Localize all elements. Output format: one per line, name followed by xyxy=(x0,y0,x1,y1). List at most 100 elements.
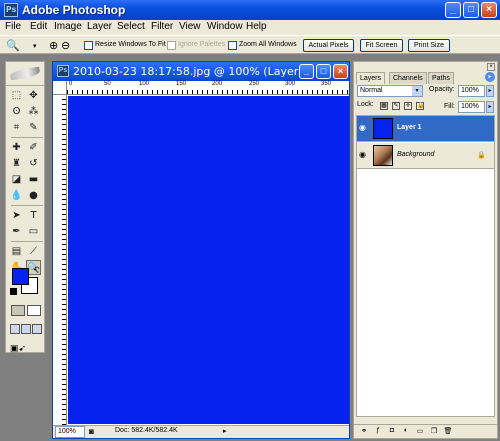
clone-stamp-tool-icon[interactable]: ♜ xyxy=(9,156,24,171)
lock-transparent-icon[interactable]: ▦ xyxy=(380,102,388,110)
jump-to-imageready-icon[interactable]: ▣➹ xyxy=(10,343,40,353)
tab-channels[interactable]: Channels xyxy=(389,72,427,84)
fit-screen-button[interactable]: Fit Screen xyxy=(360,39,403,52)
zoom-level-field[interactable]: 100% xyxy=(55,426,85,438)
path-selection-tool-icon[interactable]: ➤ xyxy=(9,208,24,223)
full-screen-menu-mode-icon[interactable] xyxy=(21,324,31,334)
lock-all-icon[interactable]: 🔒 xyxy=(416,102,424,110)
blend-mode-select[interactable]: Normal ▾ xyxy=(357,85,423,97)
layer-mask-icon[interactable]: ◘ xyxy=(387,427,397,434)
layer-row-background[interactable]: ◉ Background 🔒 xyxy=(357,143,494,169)
lasso-tool-icon[interactable]: ʘ xyxy=(9,104,24,119)
healing-brush-tool-icon[interactable]: ✚ xyxy=(9,140,24,155)
type-tool-icon[interactable]: T xyxy=(26,208,41,223)
crop-tool-icon[interactable]: ⌗ xyxy=(9,120,24,135)
menu-filter[interactable]: Filter xyxy=(151,21,173,32)
tab-paths[interactable]: Paths xyxy=(428,72,454,84)
link-layers-icon[interactable]: ⚭ xyxy=(359,427,369,435)
layers-palette: × Layers Channels Paths ▸ Normal ▾ Opaci… xyxy=(353,61,498,439)
opacity-slider-arrow-icon[interactable]: ▸ xyxy=(486,85,494,97)
print-size-button[interactable]: Print Size xyxy=(408,39,450,52)
lock-icon: 🔒 xyxy=(477,152,486,159)
doc-maximize-button[interactable]: □ xyxy=(316,64,331,79)
trash-icon[interactable]: 🗑 xyxy=(443,427,453,435)
eye-visibility-icon[interactable]: ◉ xyxy=(359,124,369,132)
layer-group-icon[interactable]: ▭ xyxy=(415,427,425,435)
chevron-down-icon[interactable]: ▾ xyxy=(33,42,37,50)
zoom-out-icon[interactable]: ⊖ xyxy=(61,39,70,52)
eye-visibility-icon[interactable]: ◉ xyxy=(359,151,369,159)
lock-position-icon[interactable]: ✛ xyxy=(404,102,412,110)
resize-windows-checkbox[interactable] xyxy=(84,41,93,50)
ignore-palettes-checkbox[interactable] xyxy=(167,41,176,50)
close-button[interactable]: × xyxy=(481,2,497,18)
zoom-all-windows-checkbox[interactable] xyxy=(228,41,237,50)
doc-minimize-button[interactable]: _ xyxy=(299,64,314,79)
move-tool-icon[interactable]: ✥ xyxy=(26,88,41,103)
opacity-label: Opacity: xyxy=(429,86,455,93)
blur-tool-icon[interactable]: 💧 xyxy=(9,188,24,203)
menu-edit[interactable]: Edit xyxy=(30,21,47,32)
status-nav-icon[interactable]: ◙ xyxy=(89,427,94,436)
swap-colors-icon[interactable]: ↶ xyxy=(33,265,40,274)
slice-tool-icon[interactable]: ✎ xyxy=(26,120,41,135)
ruler-tick-label: 300 xyxy=(285,81,296,87)
full-screen-mode-icon[interactable] xyxy=(32,324,42,334)
layer-style-icon[interactable]: ƒ xyxy=(373,427,383,434)
document-window: Ps 2010-03-23 18:17:58.jpg @ 100% (Layer… xyxy=(52,61,350,439)
vertical-ruler[interactable] xyxy=(53,95,67,425)
dodge-tool-icon[interactable]: ● xyxy=(26,188,41,203)
history-brush-tool-icon[interactable]: ↺ xyxy=(26,156,41,171)
ruler-tick-label: 150 xyxy=(176,81,187,87)
minimize-button[interactable]: _ xyxy=(445,2,461,18)
image-canvas[interactable] xyxy=(68,96,349,424)
standard-screen-mode-icon[interactable] xyxy=(10,324,20,334)
layer-name: Background xyxy=(397,151,435,158)
eyedropper-tool-icon[interactable]: ⟋ xyxy=(26,244,41,259)
menu-help[interactable]: Help xyxy=(246,21,267,32)
maximize-button[interactable]: □ xyxy=(463,2,479,18)
magic-wand-tool-icon[interactable]: ⁂ xyxy=(26,104,41,119)
eraser-tool-icon[interactable]: ◪ xyxy=(9,172,24,187)
menu-file[interactable]: File xyxy=(5,21,21,32)
fill-input[interactable]: 100% xyxy=(458,101,485,113)
adjustment-layer-icon[interactable]: ◐ xyxy=(401,427,411,434)
menu-image[interactable]: Image xyxy=(54,21,82,32)
menu-select[interactable]: Select xyxy=(117,21,145,32)
document-icon: Ps xyxy=(57,65,69,77)
lock-label: Lock: xyxy=(357,101,374,108)
shape-tool-icon[interactable]: ▭ xyxy=(26,224,41,239)
chevron-down-icon[interactable]: ▾ xyxy=(412,86,422,96)
tab-layers[interactable]: Layers xyxy=(356,72,386,84)
gradient-tool-icon[interactable]: ▬ xyxy=(26,172,41,187)
foreground-color-swatch[interactable] xyxy=(12,268,29,285)
palette-menu-icon[interactable]: ▸ xyxy=(485,72,495,82)
ruler-tick-label: 200 xyxy=(212,81,223,87)
marquee-tool-icon[interactable]: ⬚ xyxy=(9,88,24,103)
doc-close-button[interactable]: × xyxy=(333,64,348,79)
new-layer-icon[interactable]: ❐ xyxy=(429,427,439,435)
zoom-tool-preset-icon[interactable]: 🔍 xyxy=(6,39,20,52)
menu-view[interactable]: View xyxy=(179,21,201,32)
layer-row-layer-1[interactable]: ◉ Layer 1 xyxy=(357,116,494,142)
menu-window[interactable]: Window xyxy=(207,21,243,32)
pen-tool-icon[interactable]: ✒ xyxy=(9,224,24,239)
actual-pixels-button[interactable]: Actual Pixels xyxy=(303,39,354,52)
status-menu-arrow-icon[interactable]: ▸ xyxy=(223,427,227,435)
blend-mode-value: Normal xyxy=(360,87,383,94)
lock-image-icon[interactable]: ✎ xyxy=(392,102,400,110)
brush-tool-icon[interactable]: ✐ xyxy=(26,140,41,155)
notes-tool-icon[interactable]: ▤ xyxy=(9,244,24,259)
ruler-origin[interactable] xyxy=(53,81,67,95)
menu-layer[interactable]: Layer xyxy=(87,21,112,32)
default-colors-icon[interactable] xyxy=(10,288,17,295)
ruler-tick-label: 100 xyxy=(139,81,150,87)
zoom-in-icon[interactable]: ⊕ xyxy=(49,39,58,52)
fill-slider-arrow-icon[interactable]: ▸ xyxy=(486,101,494,113)
standard-mode-icon[interactable] xyxy=(11,305,25,316)
opacity-input[interactable]: 100% xyxy=(458,85,485,97)
palette-close-icon[interactable]: × xyxy=(487,63,495,71)
ruler-tick-label: 0 xyxy=(69,81,73,87)
quick-mask-mode-icon[interactable] xyxy=(27,305,41,316)
horizontal-ruler[interactable]: 0 50 100 150 200 250 300 350 xyxy=(67,81,349,95)
